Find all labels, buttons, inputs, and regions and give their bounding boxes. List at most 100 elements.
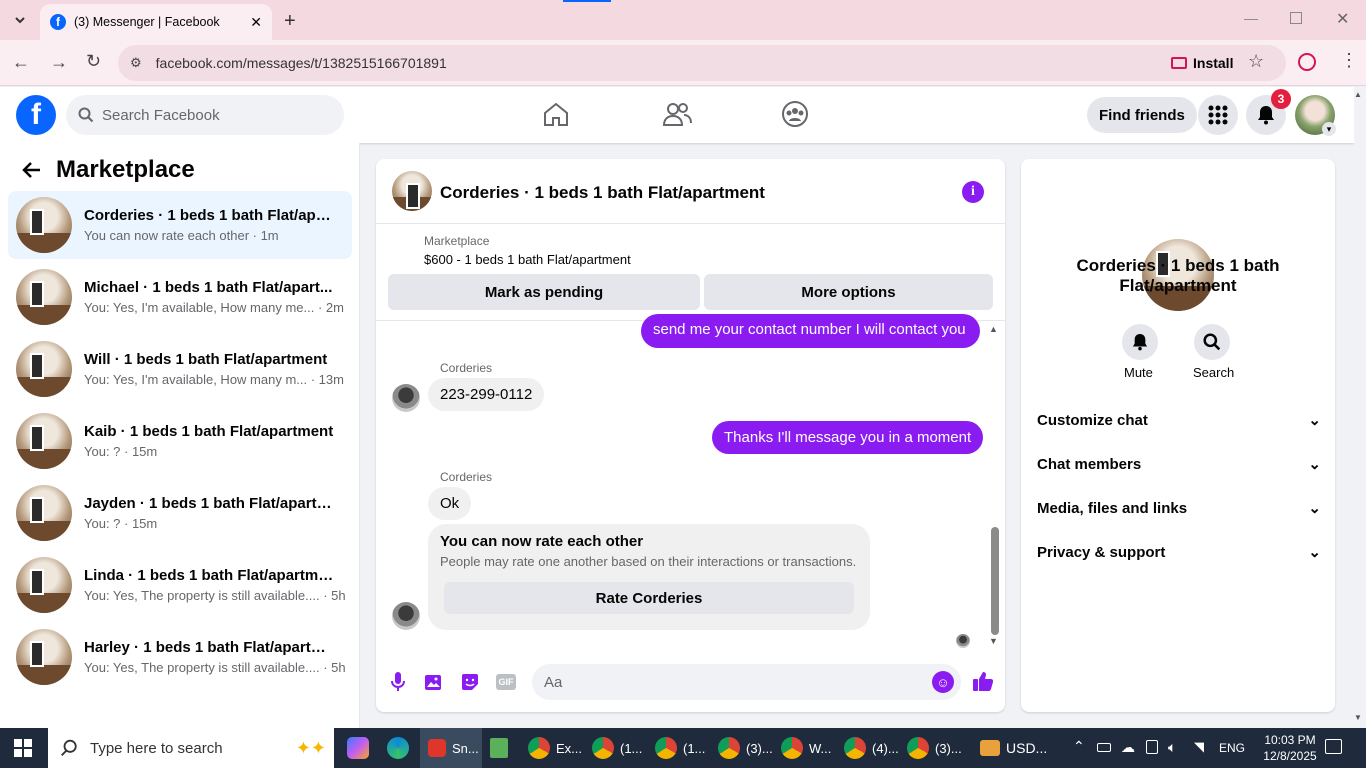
- friends-icon[interactable]: [662, 101, 692, 127]
- groups-icon[interactable]: [781, 100, 809, 128]
- back-icon[interactable]: ←: [12, 52, 30, 73]
- chat-scroll-up-icon[interactable]: ▲: [989, 324, 998, 334]
- mark-pending-button[interactable]: Mark as pending: [388, 274, 700, 310]
- battery-icon[interactable]: [1097, 743, 1111, 752]
- tab-title: (3) Messenger | Facebook: [74, 15, 220, 29]
- chat-scrollbar-thumb[interactable]: [991, 527, 999, 635]
- listing-source: Marketplace: [424, 234, 490, 248]
- taskbar-app-chrome[interactable]: (3)...: [907, 728, 967, 768]
- more-options-button[interactable]: More options: [704, 274, 993, 310]
- media-files-section[interactable]: Media, files and links ⌄: [1037, 490, 1321, 526]
- minimize-icon[interactable]: —: [1244, 10, 1258, 26]
- chrome-icon: [907, 737, 929, 759]
- chrome-icon: [844, 737, 866, 759]
- find-friends-button[interactable]: Find friends: [1087, 97, 1197, 133]
- sender-avatar[interactable]: [392, 602, 420, 630]
- home-icon[interactable]: [542, 101, 570, 127]
- speaker-icon[interactable]: 🔈︎: [1168, 739, 1176, 756]
- message-input[interactable]: Aa: [532, 664, 961, 700]
- taskbar-app-chrome[interactable]: (3)...: [718, 728, 778, 768]
- scroll-down-icon[interactable]: ▼: [1354, 713, 1362, 722]
- conversation-item[interactable]: Linda · 1 beds 1 bath Flat/apartment You:…: [8, 551, 352, 619]
- tray-chevron-up-icon[interactable]: ⌃: [1073, 738, 1085, 755]
- conversation-item[interactable]: Jayden · 1 beds 1 bath Flat/apartm... You…: [8, 479, 352, 547]
- page-scrollbar[interactable]: [1354, 87, 1366, 728]
- taskbar-app-chrome[interactable]: Ex...: [528, 728, 588, 768]
- thumbs-up-icon[interactable]: [972, 670, 994, 692]
- chat-listing-avatar[interactable]: [392, 171, 432, 211]
- reload-icon[interactable]: ↻: [86, 51, 101, 72]
- network-icon[interactable]: ◥: [1194, 739, 1204, 755]
- edge-icon[interactable]: [387, 737, 409, 759]
- taskbar-app-chrome[interactable]: W...: [781, 728, 841, 768]
- close-tab-icon[interactable]: ✕: [250, 14, 262, 31]
- rate-card-description: People may rate one another based on the…: [440, 554, 857, 569]
- info-icon[interactable]: i: [962, 181, 984, 203]
- clock[interactable]: 10:03 PM 12/8/2025: [1258, 732, 1322, 764]
- new-tab-icon[interactable]: +: [284, 10, 296, 33]
- customize-chat-section[interactable]: Customize chat ⌄: [1037, 402, 1321, 438]
- conversation-item[interactable]: Kaib · 1 beds 1 bath Flat/apartment You: …: [8, 407, 352, 475]
- listing-thumbnail: [16, 413, 72, 469]
- search-in-chat-icon[interactable]: [1194, 324, 1230, 360]
- taskbar-app-chrome[interactable]: (4)...: [844, 728, 904, 768]
- forward-icon[interactable]: →: [50, 52, 68, 73]
- taskbar-app-chrome[interactable]: (1...: [592, 728, 652, 768]
- sender-avatar[interactable]: [392, 384, 420, 412]
- profile-icon[interactable]: [1298, 53, 1316, 71]
- conversation-item[interactable]: Corderies · 1 beds 1 bath Flat/apart... Y…: [8, 191, 352, 259]
- conversation-subtitle: You: ? · 15m: [84, 516, 158, 531]
- close-window-icon[interactable]: ✕: [1336, 9, 1349, 29]
- language-indicator[interactable]: ENG: [1219, 741, 1245, 755]
- microphone-icon[interactable]: [390, 671, 406, 693]
- menu-kebab-icon[interactable]: ⋮: [1340, 50, 1358, 71]
- tab-list-chevron-icon[interactable]: [8, 8, 32, 32]
- outgoing-message: send me your contact number I will conta…: [641, 314, 980, 348]
- install-button[interactable]: Install: [1163, 50, 1241, 76]
- rate-button[interactable]: Rate Corderies: [444, 582, 854, 614]
- sender-name: Corderies: [440, 361, 493, 375]
- browser-tab[interactable]: f (3) Messenger | Facebook ✕: [40, 4, 272, 40]
- copilot-icon[interactable]: [347, 737, 369, 759]
- taskbar-search[interactable]: Type here to search ✦✦: [48, 728, 334, 768]
- chat-members-section[interactable]: Chat members ⌄: [1037, 446, 1321, 482]
- chat-title[interactable]: Corderies · 1 beds 1 bath Flat/apartment: [440, 183, 765, 203]
- restore-icon[interactable]: [1290, 12, 1302, 24]
- conversation-item[interactable]: Michael · 1 beds 1 bath Flat/apart... You…: [8, 263, 352, 331]
- photo-icon[interactable]: [424, 672, 444, 692]
- cloud-icon[interactable]: ☁: [1121, 739, 1135, 756]
- gif-icon[interactable]: GIF: [496, 674, 516, 690]
- scroll-up-icon[interactable]: ▲: [1354, 90, 1362, 99]
- facebook-logo-icon[interactable]: f: [16, 95, 56, 135]
- site-info-icon[interactable]: ⚙: [130, 55, 142, 71]
- currency-widget[interactable]: USD...: [980, 728, 1060, 768]
- conversation-title: Harley · 1 beds 1 bath Flat/apartme...: [84, 639, 334, 656]
- back-arrow-icon[interactable]: [20, 158, 44, 182]
- taskbar-app-notepad[interactable]: [490, 728, 520, 768]
- page-title: Marketplace: [56, 156, 195, 183]
- account-chevron-icon[interactable]: ▾: [1322, 122, 1336, 136]
- windows-start-icon[interactable]: [14, 739, 32, 757]
- facebook-search-input[interactable]: Search Facebook: [66, 95, 344, 135]
- privacy-support-section[interactable]: Privacy & support ⌄: [1037, 534, 1321, 570]
- phone-icon[interactable]: [1146, 740, 1158, 754]
- section-label: Chat members: [1037, 455, 1142, 473]
- taskbar-app-chrome[interactable]: (1...: [655, 728, 715, 768]
- sticker-icon[interactable]: [460, 672, 480, 692]
- bookmark-star-icon[interactable]: ☆: [1248, 51, 1264, 72]
- menu-grid-icon[interactable]: [1198, 95, 1238, 135]
- emoji-icon[interactable]: ☺: [932, 671, 954, 693]
- incoming-message: Ok: [428, 487, 472, 520]
- listing-description[interactable]: $600 - 1 beds 1 bath Flat/apartment: [424, 252, 631, 267]
- taskbar-app-label: Sn...: [452, 740, 479, 756]
- conversation-title: Corderies · 1 beds 1 bath Flat/apart...: [84, 207, 334, 224]
- notification-center-icon[interactable]: [1325, 739, 1342, 754]
- conversation-item[interactable]: Will · 1 beds 1 bath Flat/apartment You: …: [8, 335, 352, 403]
- mute-bell-icon[interactable]: [1122, 324, 1158, 360]
- taskbar-app-label: (1...: [683, 740, 706, 756]
- taskbar-app-snipping[interactable]: Sn...: [420, 728, 482, 768]
- conversation-item[interactable]: Harley · 1 beds 1 bath Flat/apartme... Yo…: [8, 623, 352, 691]
- incoming-message: 223-299-0112: [428, 378, 545, 411]
- chat-scroll-down-icon[interactable]: ▼: [989, 636, 998, 646]
- url-field[interactable]: ⚙ facebook.com/messages/t/13825151667018…: [118, 45, 1286, 81]
